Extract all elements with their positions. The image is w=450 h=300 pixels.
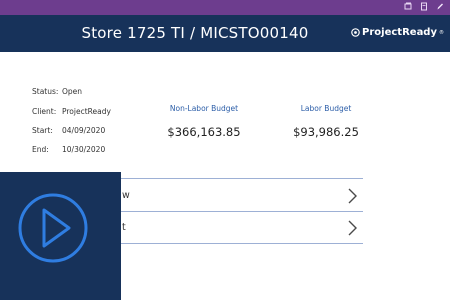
- nav-row-label[interactable]: t: [122, 222, 126, 233]
- labor-budget-value: $93,986.25: [293, 125, 359, 139]
- client-label: Client:: [32, 107, 57, 116]
- start-date-value: 04/09/2020: [62, 126, 106, 135]
- nav-row-label[interactable]: w: [122, 190, 130, 201]
- app-header: Store 1725 TI / MICSTO00140 ProjectReady…: [0, 15, 450, 52]
- status-value: Open: [62, 87, 83, 96]
- start-label: Start:: [32, 126, 53, 135]
- play-icon[interactable]: [17, 192, 89, 264]
- client-value: ProjectReady: [62, 107, 111, 116]
- brand-name: ProjectReady: [362, 27, 437, 38]
- brand-logo: ProjectReady ®: [351, 27, 444, 38]
- labor-budget-label: Labor Budget: [300, 104, 352, 113]
- page-title: Store 1725 TI / MICSTO00140: [81, 24, 309, 42]
- restore-icon[interactable]: [404, 2, 412, 11]
- end-label: End:: [32, 145, 49, 154]
- edit-icon[interactable]: [436, 2, 444, 11]
- projectready-logo-icon: [351, 28, 360, 37]
- labor-budget: Labor Budget $93,986.25: [271, 104, 381, 139]
- title-bar: [0, 0, 450, 15]
- page-icon[interactable]: [420, 2, 428, 11]
- status-label: Status:: [32, 87, 59, 96]
- video-overlay[interactable]: [0, 172, 121, 300]
- chevron-right-icon[interactable]: [346, 188, 358, 204]
- non-labor-budget-label: Non-Labor Budget: [169, 104, 239, 113]
- end-date-value: 10/30/2020: [62, 145, 106, 154]
- brand-trademark: ®: [439, 29, 444, 36]
- chevron-right-icon[interactable]: [346, 220, 358, 236]
- non-labor-budget-value: $366,163.85: [167, 125, 241, 139]
- non-labor-budget: Non-Labor Budget $366,163.85: [149, 104, 259, 139]
